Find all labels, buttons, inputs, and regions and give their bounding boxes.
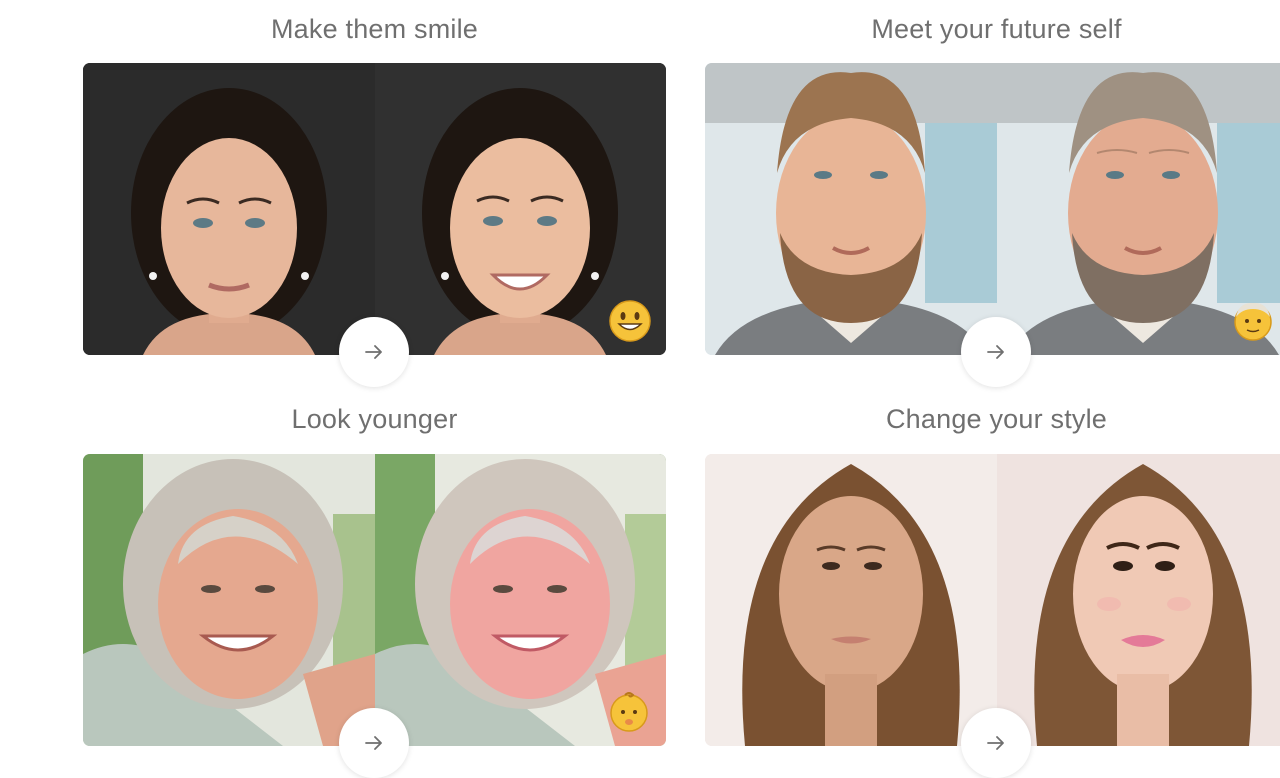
card-title: Meet your future self [871, 14, 1122, 44]
smiling-face-emoji [608, 299, 652, 343]
card-look-younger: Look younger [83, 390, 666, 778]
photo-comparison[interactable] [83, 63, 666, 355]
photo-comparison[interactable] [705, 454, 1280, 746]
compare-arrow-button[interactable] [961, 708, 1031, 778]
after-photo [997, 454, 1280, 746]
compare-arrow-button[interactable] [339, 317, 409, 387]
card-title: Make them smile [270, 14, 479, 44]
card-change-style: Change your style [705, 390, 1280, 778]
baby-emoji [607, 689, 651, 733]
arrow-right-icon [365, 345, 382, 359]
before-photo [83, 454, 375, 746]
photo-comparison[interactable] [83, 454, 666, 746]
card-future-self: Meet your future self [705, 0, 1280, 390]
arrow-right-icon [987, 736, 1004, 750]
compare-arrow-button[interactable] [961, 317, 1031, 387]
arrow-right-icon [987, 345, 1004, 359]
arrow-right-icon [365, 736, 382, 750]
older-man-emoji [1231, 299, 1275, 343]
before-photo [705, 63, 997, 355]
card-title: Change your style [885, 404, 1108, 434]
card-title: Look younger [291, 404, 458, 434]
before-photo [83, 63, 375, 355]
compare-arrow-button[interactable] [339, 708, 409, 778]
photo-comparison[interactable] [705, 63, 1280, 355]
before-photo [705, 454, 997, 746]
card-smile: Make them smile [83, 0, 666, 390]
